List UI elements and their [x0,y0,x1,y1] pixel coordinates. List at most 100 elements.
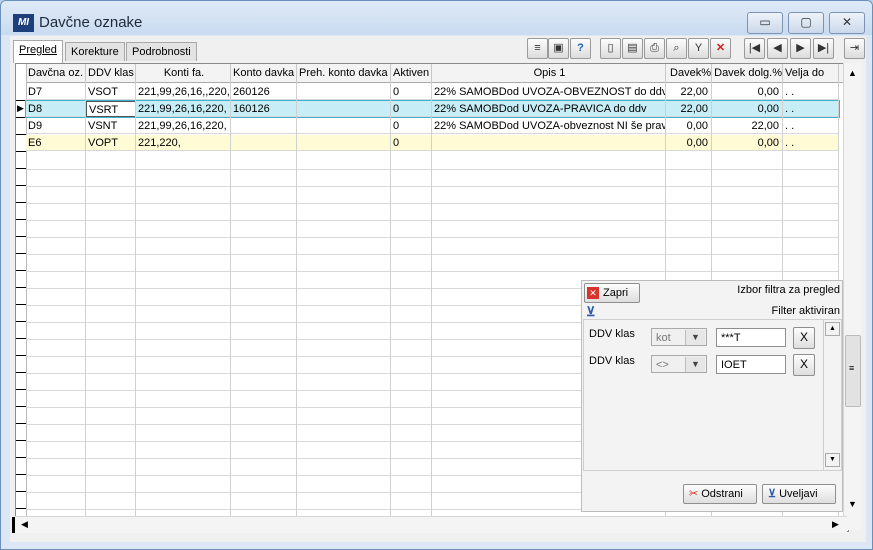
horizontal-scrollbar[interactable]: ◀ ▶ [12,516,847,533]
table-cell[interactable] [432,135,666,151]
row-indicator[interactable] [16,407,26,424]
search-button[interactable]: ⌕ [666,38,687,59]
row-indicator[interactable] [16,492,26,509]
table-cell[interactable]: D8 [26,101,86,117]
table-cell[interactable] [297,84,391,100]
table-cell[interactable]: VOPT [86,135,136,151]
table-cell[interactable]: 221,99,26,16,220, [136,118,231,134]
table-cell[interactable]: 0,00 [712,84,783,100]
scroll-up-icon[interactable]: ▲ [848,68,857,78]
table-cell[interactable]: 0,00 [666,118,712,134]
table-cell[interactable]: 160126 [231,101,297,117]
table-cell[interactable] [231,135,297,151]
table-cell[interactable]: 22,00 [712,118,783,134]
filter-clear-button[interactable]: X [793,354,815,376]
table-cell[interactable]: 22% SAMOBDod UVOZA-PRAVICA do ddv [432,101,666,117]
table-cell[interactable]: D7 [26,84,86,100]
row-indicator[interactable] [16,220,26,237]
row-indicator[interactable] [16,305,26,322]
row-indicator[interactable] [16,186,26,203]
scroll-left-icon[interactable]: ◀ [21,519,28,530]
print-button[interactable]: ⎙ [644,38,665,59]
table-cell[interactable]: E6 [26,135,86,151]
row-indicator[interactable] [16,322,26,339]
filter-button[interactable]: Y [688,38,709,59]
row-indicator[interactable] [16,169,26,186]
row-indicator[interactable] [16,254,26,271]
open-folder-button[interactable]: ▤ [622,38,643,59]
table-cell[interactable]: 22,00 [666,84,712,100]
table-cell[interactable]: . . [783,118,839,134]
table-cell[interactable]: VSOT [86,84,136,100]
table-row[interactable]: D7 VSOT 221,99,26,16,,220, 260126 0 22% SAMOB… [26,84,839,100]
column-header[interactable]: Davčna oz. [26,64,86,82]
row-indicator[interactable] [16,373,26,390]
minimize-button[interactable]: ▭ [747,12,783,34]
column-header[interactable]: Konto davka [231,64,297,82]
table-row[interactable]: D8 VSRT 221,99,26,16,220, 160126 0 22% SAMOBD… [25,100,840,118]
first-record-button[interactable]: |◀ [744,38,765,59]
table-cell[interactable]: 22% SAMOBDod UVOZA-OBVEZNOST do ddv [432,84,666,100]
table-cell[interactable]: . . [783,101,839,117]
scroll-down-icon[interactable]: ▼ [848,499,857,509]
row-indicator[interactable] [16,118,26,135]
table-cell[interactable]: 221,220, [136,135,231,151]
column-header[interactable]: Konti fa. [136,64,231,82]
row-indicator[interactable] [16,390,26,407]
row-indicator[interactable] [16,339,26,356]
table-cell[interactable]: 0 [391,135,432,151]
table-cell[interactable]: 22% SAMOBDod UVOZA-obveznost NI še pravc [432,118,666,134]
scroll-thumb[interactable]: ≡ [845,335,861,407]
table-row[interactable]: E6 VOPT 221,220, 0 0,00 0,00. . [26,135,839,151]
table-cell[interactable]: 221,99,26,16,220, [136,101,231,117]
row-indicator[interactable] [16,356,26,373]
table-cell[interactable]: VSNT [86,118,136,134]
table-cell[interactable]: . . [783,135,839,151]
filter-operator-select[interactable]: <> ▼ [651,355,707,373]
previous-record-button[interactable]: ◀ [767,38,788,59]
row-indicator[interactable] [16,135,26,152]
help-button[interactable]: ? [570,38,591,59]
tab-pregled[interactable]: Pregled [13,40,63,63]
filter-value-input[interactable]: IOET [716,355,786,374]
list-button[interactable]: ≡ [527,38,548,59]
table-cell[interactable]: 0,00 [666,135,712,151]
table-cell[interactable]: 0,00 [712,101,783,117]
table-cell[interactable]: 0,00 [712,135,783,151]
table-cell[interactable] [231,118,297,134]
scroll-down-icon[interactable]: ▼ [825,453,840,467]
filter-clear-button[interactable]: X [793,327,815,349]
table-cell[interactable]: 0 [391,118,432,134]
tab-korekture[interactable]: Korekture [65,42,125,61]
table-cell[interactable]: 0 [391,84,432,100]
row-indicator[interactable] [16,84,26,101]
table-cell[interactable]: 0 [391,101,432,117]
window-button[interactable]: ▣ [548,38,569,59]
last-record-button[interactable]: ▶| [813,38,834,59]
column-header[interactable]: Preh. konto davka [297,64,391,82]
table-cell[interactable]: . . [783,84,839,100]
table-cell[interactable]: 22,00 [666,101,712,117]
column-header[interactable]: Davek% [666,64,712,82]
row-indicator[interactable] [16,237,26,254]
table-cell[interactable]: 260126 [231,84,297,100]
exit-button[interactable]: ⇥ [844,38,865,59]
table-cell[interactable] [297,118,391,134]
column-header[interactable]: DDV klas [86,64,136,82]
scroll-up-icon[interactable]: ▲ [825,322,840,336]
row-indicator[interactable] [16,475,26,492]
scroll-right-icon[interactable]: ▶ [832,519,839,530]
table-cell[interactable]: 221,99,26,16,,220, [136,84,231,100]
vertical-scrollbar[interactable]: ▲ ≡ ▼ [843,63,861,530]
remove-filter-button[interactable]: ✂ Odstrani [683,484,757,504]
apply-filter-button[interactable]: ⊻ Uveljavi [762,484,836,504]
column-header[interactable]: Velja do [783,64,839,82]
row-indicator[interactable] [16,203,26,220]
row-indicator[interactable] [16,424,26,441]
next-record-button[interactable]: ▶ [790,38,811,59]
filter-close-button[interactable]: ✕ Zapri [584,283,640,303]
table-cell[interactable] [297,135,391,151]
table-cell[interactable]: D9 [26,118,86,134]
new-document-button[interactable]: ▯ [600,38,621,59]
row-indicator[interactable] [16,458,26,475]
